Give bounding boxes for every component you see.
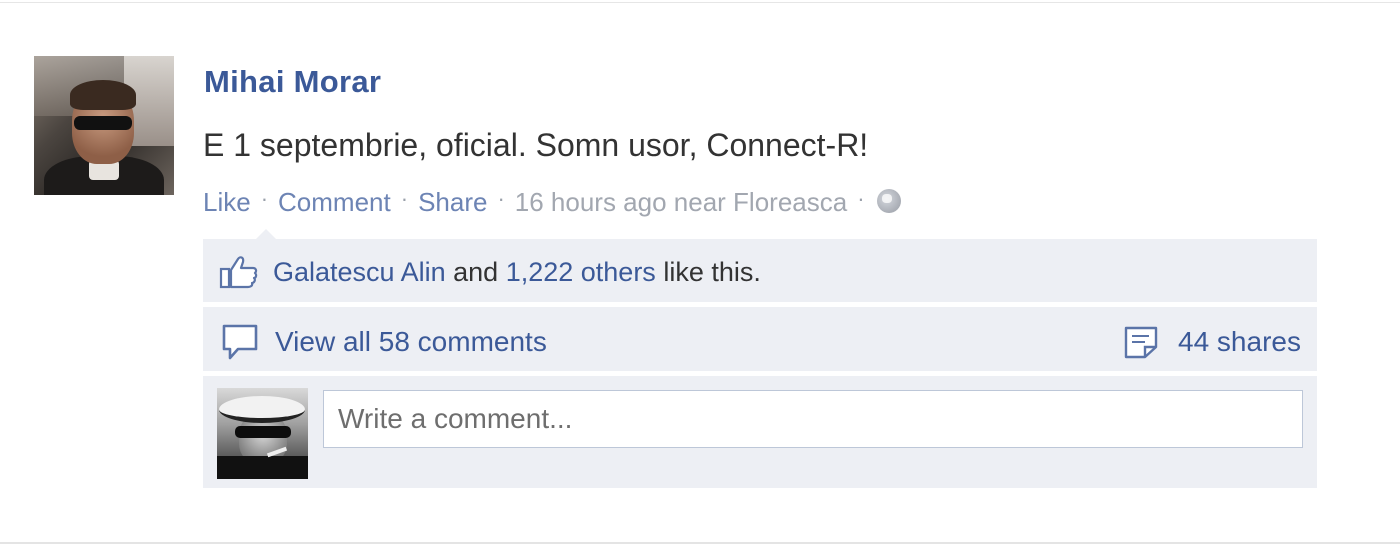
likes-others-link[interactable]: 1,222 others (506, 257, 656, 287)
likes-suffix: like this. (663, 257, 761, 287)
share-note-icon (1124, 326, 1158, 359)
globe-icon[interactable] (876, 188, 901, 213)
ufi-caret (256, 229, 276, 239)
author-name[interactable]: Mihai Morar (204, 64, 381, 100)
likes-row: Galatescu Alin and 1,222 others like thi… (203, 239, 1317, 302)
comment-bubble-icon (222, 324, 258, 360)
separator: · (497, 185, 505, 211)
comments-row: View all 58 comments 44 shares (203, 307, 1317, 371)
likes-and: and (453, 257, 499, 287)
share-link[interactable]: Share (418, 187, 487, 218)
comment-link[interactable]: Comment (278, 187, 391, 218)
comment-compose-row (203, 376, 1317, 488)
status-message: E 1 septembrie, oficial. Somn usor, Conn… (203, 127, 869, 163)
shares-count-link[interactable]: 44 shares (1178, 326, 1301, 358)
author-avatar[interactable] (34, 56, 174, 195)
current-user-avatar (217, 388, 308, 479)
bottom-divider (0, 542, 1400, 544)
view-all-comments-link[interactable]: View all 58 comments (275, 326, 547, 358)
post-actions-bar: Like · Comment · Share · 16 hours ago ne… (203, 185, 901, 218)
separator: · (260, 185, 269, 211)
comment-input[interactable] (323, 390, 1303, 448)
likes-summary: Galatescu Alin and 1,222 others like thi… (273, 257, 761, 288)
post-timestamp[interactable]: 16 hours ago near Floreasca (515, 187, 847, 218)
liker-name-link[interactable]: Galatescu Alin (273, 257, 446, 287)
like-link[interactable]: Like (203, 187, 251, 218)
separator: · (857, 185, 865, 211)
top-divider (0, 2, 1400, 3)
thumbs-up-icon[interactable] (219, 255, 259, 289)
separator: · (400, 185, 409, 211)
